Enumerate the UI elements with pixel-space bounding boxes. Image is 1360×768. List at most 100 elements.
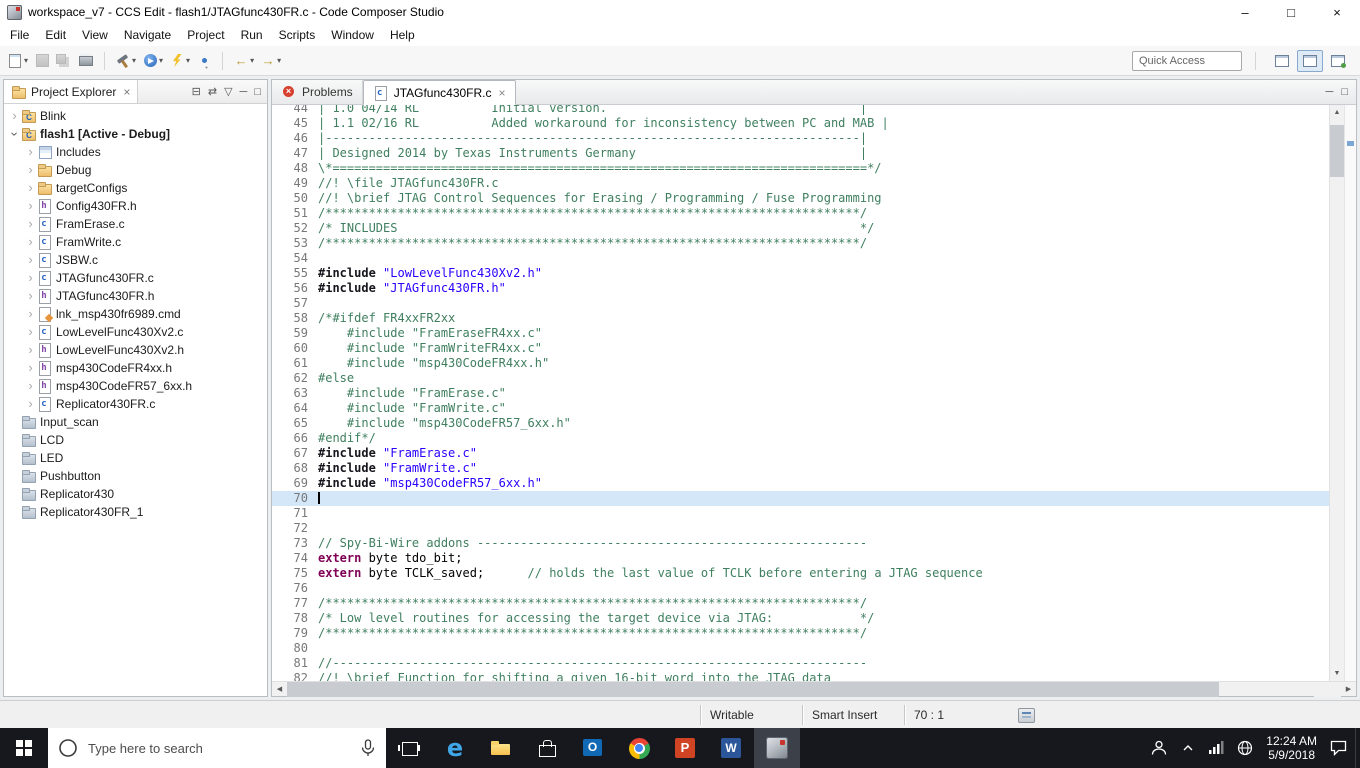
code-line-72[interactable]: 72	[272, 521, 1329, 536]
new-button[interactable]: ▾	[5, 50, 30, 72]
tree-item-framerase-c[interactable]: › FramErase.c	[4, 215, 267, 233]
tree-item-jtagfunc430fr-c[interactable]: › JTAGfunc430FR.c	[4, 269, 267, 287]
code-line-63[interactable]: 63 #include "FramErase.c"	[272, 386, 1329, 401]
taskbar-app-powerpoint[interactable]	[662, 728, 708, 768]
code-line-47[interactable]: 47 | Designed 2014 by Texas Instruments G…	[272, 146, 1329, 161]
expand-arrow-icon[interactable]: ›	[24, 396, 37, 412]
taskbar-app-ccs[interactable]	[754, 728, 800, 768]
maximize-view-button[interactable]: □	[254, 86, 261, 98]
expand-arrow-icon[interactable]: ›	[24, 144, 37, 160]
back-button[interactable]: ▾	[231, 50, 256, 72]
code-line-54[interactable]: 54	[272, 251, 1329, 266]
code-line-66[interactable]: 66 #endif*/	[272, 431, 1329, 446]
code-line-82[interactable]: 82 //! \brief Function for shifting a giv…	[272, 671, 1329, 681]
pin-button[interactable]	[194, 50, 214, 72]
scroll-right-arrow-icon[interactable]: ▶	[1341, 682, 1356, 697]
menu-edit[interactable]: Edit	[37, 25, 74, 45]
expand-arrow-icon[interactable]: ›	[8, 108, 21, 124]
view-menu-button[interactable]: ▽	[224, 85, 232, 98]
horizontal-scrollbar[interactable]: ◀ ▶	[272, 681, 1356, 697]
expand-arrow-icon[interactable]: ›	[24, 270, 37, 286]
dropdown-caret-icon[interactable]: ▾	[132, 56, 136, 65]
close-window-button[interactable]: ×	[1314, 0, 1360, 24]
menu-file[interactable]: File	[2, 25, 37, 45]
minimize-view-button[interactable]: ─	[240, 86, 248, 98]
horizontal-scroll-thumb[interactable]	[287, 681, 1220, 697]
code-editor[interactable]: 44 | 1.0 04/14 RL Initial version. | 45 | 1…	[272, 105, 1329, 681]
ccs-debug-perspective-button[interactable]	[1325, 50, 1351, 72]
code-line-50[interactable]: 50 //! \brief JTAG Control Sequences for …	[272, 191, 1329, 206]
tree-item-targetconfigs[interactable]: › targetConfigs	[4, 179, 267, 197]
code-line-79[interactable]: 79 /*************************************…	[272, 626, 1329, 641]
print-button[interactable]	[76, 50, 96, 72]
tree-item-debug[interactable]: › Debug	[4, 161, 267, 179]
tree-item-lowlevelfunc430xv2-h[interactable]: › LowLevelFunc430Xv2.h	[4, 341, 267, 359]
taskbar-app-task-view[interactable]	[386, 728, 432, 768]
collapse-all-button[interactable]: ⊟	[192, 85, 201, 98]
code-line-62[interactable]: 62 #else	[272, 371, 1329, 386]
code-line-73[interactable]: 73 // Spy-Bi-Wire addons ----------------…	[272, 536, 1329, 551]
maximize-editor-button[interactable]: □	[1341, 86, 1348, 98]
expand-arrow-icon[interactable]: ›	[24, 162, 37, 178]
dropdown-caret-icon[interactable]: ▾	[250, 56, 254, 65]
code-line-49[interactable]: 49 //! \file JTAGfunc430FR.c	[272, 176, 1329, 191]
tree-item-msp430codefr4xx-h[interactable]: › msp430CodeFR4xx.h	[4, 359, 267, 377]
code-line-53[interactable]: 53 /*************************************…	[272, 236, 1329, 251]
code-line-64[interactable]: 64 #include "FramWrite.c"	[272, 401, 1329, 416]
action-center-icon[interactable]	[1330, 740, 1347, 756]
minimize-window-button[interactable]: –	[1222, 0, 1268, 24]
code-line-77[interactable]: 77 /*************************************…	[272, 596, 1329, 611]
tree-item-framwrite-c[interactable]: › FramWrite.c	[4, 233, 267, 251]
scroll-left-arrow-icon[interactable]: ◀	[272, 682, 287, 697]
menu-window[interactable]: Window	[323, 25, 382, 45]
taskbar-clock[interactable]: 12:24 AM 5/9/2018	[1266, 734, 1317, 762]
user-icon[interactable]	[1150, 739, 1168, 757]
code-line-74[interactable]: 74 extern byte tdo_bit;	[272, 551, 1329, 566]
expand-arrow-icon[interactable]: ›	[24, 252, 37, 268]
taskbar-app-outlook[interactable]	[570, 728, 616, 768]
menu-scripts[interactable]: Scripts	[271, 25, 324, 45]
tree-item-msp430codefr57-6xx-h[interactable]: › msp430CodeFR57_6xx.h	[4, 377, 267, 395]
tree-item-lcd[interactable]: LCD	[4, 431, 267, 449]
vertical-scrollbar[interactable]: ▲ ▼	[1329, 105, 1345, 681]
expand-arrow-icon[interactable]: ›	[24, 306, 37, 322]
taskbar-search-input[interactable]: Type here to search	[48, 728, 386, 768]
dropdown-caret-icon[interactable]: ▾	[186, 56, 190, 65]
tree-item-replicator430fr-c[interactable]: › Replicator430FR.c	[4, 395, 267, 413]
close-view-icon[interactable]: ×	[123, 85, 130, 99]
tree-item-pushbutton[interactable]: Pushbutton	[4, 467, 267, 485]
code-line-56[interactable]: 56 #include "JTAGfunc430FR.h"	[272, 281, 1329, 296]
tree-item-replicator430[interactable]: Replicator430	[4, 485, 267, 503]
tree-item-replicator430fr-1[interactable]: Replicator430FR_1	[4, 503, 267, 521]
menu-project[interactable]: Project	[179, 25, 232, 45]
menu-help[interactable]: Help	[382, 25, 423, 45]
code-line-61[interactable]: 61 #include "msp430CodeFR4xx.h"	[272, 356, 1329, 371]
code-line-60[interactable]: 60 #include "FramWriteFR4xx.c"	[272, 341, 1329, 356]
expand-arrow-icon[interactable]: ›	[24, 234, 37, 250]
close-tab-icon[interactable]: ×	[499, 86, 506, 100]
code-line-80[interactable]: 80	[272, 641, 1329, 656]
code-line-45[interactable]: 45 | 1.1 02/16 RL Added workaround for in…	[272, 116, 1329, 131]
code-line-57[interactable]: 57	[272, 296, 1329, 311]
tree-item-blink[interactable]: › Blink	[4, 107, 267, 125]
hidden-icons-chevron-icon[interactable]	[1181, 741, 1195, 755]
save-button[interactable]	[32, 50, 52, 72]
dropdown-caret-icon[interactable]: ▾	[277, 56, 281, 65]
expand-arrow-icon[interactable]: ›	[24, 324, 37, 340]
taskbar-app-file-explorer[interactable]	[478, 728, 524, 768]
taskbar-app-store[interactable]	[524, 728, 570, 768]
forward-button[interactable]: ▾	[258, 50, 283, 72]
expand-arrow-icon[interactable]: ›	[24, 378, 37, 394]
scroll-up-arrow-icon[interactable]: ▲	[1330, 105, 1345, 120]
expand-arrow-icon[interactable]: ›	[24, 216, 37, 232]
maximize-window-button[interactable]: □	[1268, 0, 1314, 24]
build-button[interactable]: ▾	[113, 50, 138, 72]
code-line-65[interactable]: 65 #include "msp430CodeFR57_6xx.h"	[272, 416, 1329, 431]
minimize-editor-button[interactable]: ─	[1326, 86, 1334, 98]
code-line-75[interactable]: 75 extern byte TCLK_saved; // holds the l…	[272, 566, 1329, 581]
editor-tab-problems[interactable]: Problems	[272, 80, 363, 104]
code-line-78[interactable]: 78 /* Low level routines for accessing th…	[272, 611, 1329, 626]
quick-access-input[interactable]	[1132, 50, 1242, 71]
taskbar-app-chrome[interactable]	[616, 728, 662, 768]
tree-item-jtagfunc430fr-h[interactable]: › JTAGfunc430FR.h	[4, 287, 267, 305]
